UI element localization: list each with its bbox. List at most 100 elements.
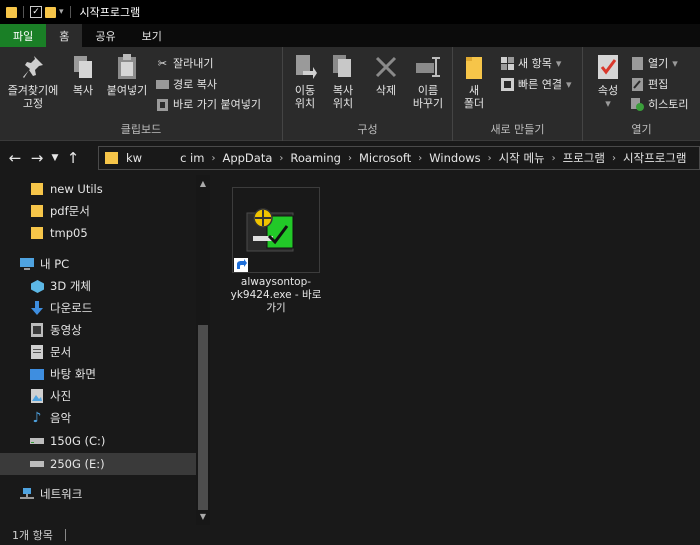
nav-item-drive-e[interactable]: 250G (E:)	[0, 453, 196, 475]
nav-item-label: 250G (E:)	[50, 457, 105, 471]
folder-icon	[105, 152, 118, 164]
chevron-down-icon: ▾	[555, 56, 562, 70]
delete-x-icon	[373, 53, 399, 81]
download-icon	[30, 301, 44, 315]
chevron-right-icon[interactable]: ›	[488, 153, 492, 164]
nav-item-label: pdf문서	[50, 204, 90, 218]
tab-view[interactable]: 보기	[129, 24, 175, 47]
chevron-right-icon[interactable]: ›	[348, 153, 352, 164]
breadcrumb-item[interactable]: AppData	[222, 151, 272, 165]
history-button[interactable]: 히스토리	[631, 96, 688, 112]
nav-item-network[interactable]: 네트워크	[0, 483, 196, 505]
nav-item-documents[interactable]: 문서	[0, 341, 196, 363]
chevron-right-icon[interactable]: ›	[418, 153, 422, 164]
chevron-right-icon[interactable]: ›	[612, 153, 616, 164]
nav-item-pdf[interactable]: pdf문서	[0, 200, 196, 222]
copy-path-button[interactable]: 경로 복사	[156, 76, 217, 92]
edit-icon	[631, 77, 644, 91]
copy-button[interactable]: 복사	[66, 53, 100, 97]
navigation-pane-scrollbar[interactable]: ▲ ▼	[196, 175, 210, 525]
nav-item-desktop[interactable]: 바탕 화면	[0, 363, 196, 385]
breadcrumb-item[interactable]: Microsoft	[359, 151, 411, 165]
copy-to-icon	[330, 53, 356, 81]
easy-access-label: 빠른 연결	[518, 78, 562, 91]
breadcrumb-item[interactable]: 프로그램	[563, 150, 605, 166]
move-to-icon	[292, 53, 318, 81]
nav-item-this-pc[interactable]: 내 PC	[0, 253, 196, 275]
tab-file[interactable]: 파일	[0, 24, 47, 47]
rename-button[interactable]: 이름 바꾸기	[407, 53, 449, 110]
open-button[interactable]: 열기 ▾	[631, 55, 678, 71]
easy-access-button[interactable]: 빠른 연결 ▾	[501, 76, 572, 92]
nav-item-videos[interactable]: 동영상	[0, 319, 196, 341]
music-icon: ♪	[32, 410, 42, 426]
folder-icon	[30, 182, 44, 196]
back-arrow-icon[interactable]: ←	[4, 149, 26, 167]
copy-path-label: 경로 복사	[173, 78, 217, 91]
nav-item-label: 바탕 화면	[50, 367, 96, 381]
nav-item-downloads[interactable]: 다운로드	[0, 297, 196, 319]
navigation-pane: new Utils pdf문서 tmp05 내 PC 3D 개체 다운로드 동영…	[0, 175, 212, 525]
new-caption: 새로 만들기	[490, 123, 545, 136]
move-to-button[interactable]: 이동 위치	[287, 53, 323, 110]
breadcrumb-item[interactable]: Roaming	[290, 151, 341, 165]
nav-item-label: 네트워크	[40, 487, 83, 501]
open-icon	[631, 56, 644, 70]
scroll-down-icon[interactable]: ▼	[196, 512, 210, 521]
pin-to-quick-access-button[interactable]: 즐겨찾기에 고정	[4, 53, 62, 110]
address-bar[interactable]: kw c im › AppData › Roaming › Microsoft …	[98, 146, 700, 170]
paste-button[interactable]: 붙여넣기	[102, 53, 152, 97]
clipboard-icon	[114, 53, 140, 81]
chevron-down-icon: ▾	[672, 56, 678, 70]
copy-to-button[interactable]: 복사 위치	[325, 53, 361, 110]
nav-item-music[interactable]: ♪ 음악	[0, 407, 196, 429]
copy-icon	[70, 53, 96, 81]
folder-icon	[30, 204, 44, 218]
scroll-up-icon[interactable]: ▲	[196, 179, 210, 188]
tab-share[interactable]: 공유	[82, 24, 128, 47]
tab-home[interactable]: 홈	[46, 24, 83, 47]
new-folder-icon[interactable]	[45, 6, 56, 18]
nav-item-tmp05[interactable]: tmp05	[0, 222, 196, 244]
properties-check-icon[interactable]: ✓	[30, 6, 42, 18]
divider	[69, 6, 71, 18]
new-item-button[interactable]: 새 항목 ▾	[501, 55, 561, 71]
chevron-down-icon: ▾	[565, 77, 572, 91]
shortcut-exe-icon	[232, 187, 320, 273]
nav-item-3d-objects[interactable]: 3D 개체	[0, 275, 196, 297]
cut-button[interactable]: ✂ 잘라내기	[156, 55, 214, 71]
nav-item-pictures[interactable]: 사진	[0, 385, 196, 407]
breadcrumb-item[interactable]: c im	[180, 151, 204, 165]
scrollbar-thumb[interactable]	[198, 325, 208, 510]
file-item[interactable]: alwaysontop-yk9424.exe - 바로 가기	[231, 187, 321, 315]
new-group: 새 폴더 새 항목 ▾ 빠른 연결 ▾ 새로 만들기	[453, 47, 583, 141]
chevron-right-icon[interactable]: ›	[552, 153, 556, 164]
title-bar: ✓ ▾ 시작프로그램	[0, 0, 700, 24]
new-folder-button[interactable]: 새 폴더	[459, 53, 489, 110]
clipboard-group: 즐겨찾기에 고정 복사 붙여넣기 ✂ 잘라내기 경로 복사 바로 가기 붙여넣기…	[0, 47, 283, 141]
up-arrow-icon[interactable]: ↑	[62, 149, 84, 167]
new-folder-icon	[461, 53, 487, 81]
pc-icon	[20, 257, 34, 271]
customize-dropdown-icon[interactable]: ▾	[59, 7, 64, 17]
properties-button[interactable]: 속성 ▾	[591, 53, 625, 110]
cube-icon	[30, 279, 44, 293]
new-folder-label: 새 폴더	[463, 84, 485, 110]
file-list[interactable]: alwaysontop-yk9424.exe - 바로 가기	[212, 175, 700, 525]
recent-locations-chevron-icon[interactable]: ▼	[48, 153, 62, 163]
breadcrumb-item[interactable]: kw	[126, 151, 142, 165]
paste-shortcut-button[interactable]: 바로 가기 붙여넣기	[156, 96, 261, 112]
nav-item-label: new Utils	[50, 182, 103, 196]
breadcrumb-item[interactable]: Windows	[429, 151, 480, 165]
cut-label: 잘라내기	[173, 57, 214, 70]
chevron-right-icon[interactable]: ›	[211, 153, 215, 164]
chevron-right-icon[interactable]: ›	[279, 153, 283, 164]
nav-item-new-utils[interactable]: new Utils	[0, 178, 196, 200]
nav-item-drive-c[interactable]: 150G (C:)	[0, 430, 196, 452]
video-icon	[30, 323, 44, 337]
delete-button[interactable]: 삭제	[369, 53, 403, 97]
breadcrumb-item[interactable]: 시작 메뉴	[499, 150, 545, 166]
forward-arrow-icon[interactable]: →	[26, 149, 48, 167]
edit-button[interactable]: 편집	[631, 76, 668, 92]
breadcrumb-item[interactable]: 시작프로그램	[623, 150, 686, 166]
